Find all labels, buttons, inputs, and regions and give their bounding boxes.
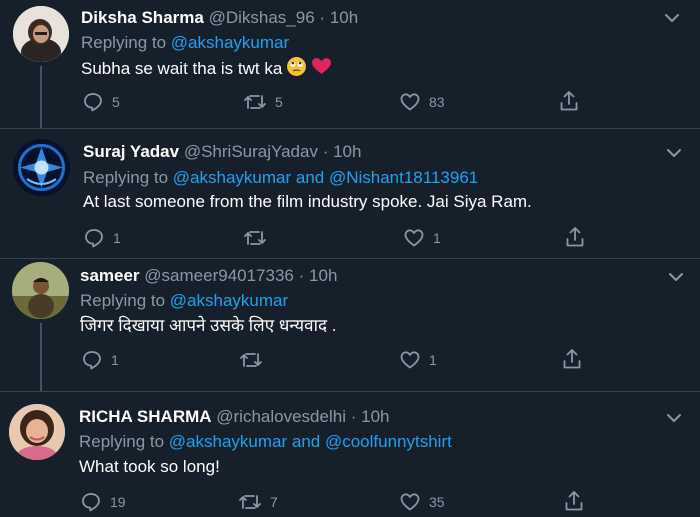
retweet-icon <box>244 95 266 109</box>
mention-link[interactable]: @akshaykumar <box>171 33 289 52</box>
display-name[interactable]: RICHA SHARMA <box>79 407 212 426</box>
like-count: 35 <box>429 494 445 510</box>
share-button[interactable] <box>564 225 586 249</box>
tweet-card[interactable]: Suraj Yadav @ShriSurajYadav · 10h Replyi… <box>0 129 700 258</box>
user-handle[interactable]: @richalovesdelhi <box>216 407 346 426</box>
separator-dot: · <box>319 8 326 27</box>
reply-count: 19 <box>110 494 126 510</box>
display-name[interactable]: Suraj Yadav <box>83 142 179 161</box>
chevron-down-icon[interactable] <box>666 267 686 287</box>
retweet-button[interactable] <box>239 348 271 372</box>
like-count: 83 <box>429 94 445 110</box>
timestamp[interactable]: 10h <box>309 266 337 285</box>
share-icon <box>565 491 583 511</box>
mention-link[interactable]: @akshaykumar <box>170 291 288 310</box>
tweet-card[interactable]: sameer @sameer94017336 · 10h Replying to… <box>0 259 700 391</box>
like-button[interactable]: 35 <box>399 490 445 514</box>
user-handle[interactable]: @sameer94017336 <box>144 266 294 285</box>
replying-to: Replying to @akshaykumar <box>81 33 289 53</box>
reply-count: 1 <box>111 352 119 368</box>
like-icon <box>400 351 420 369</box>
replying-to: Replying to @akshaykumar <box>80 291 288 311</box>
like-button[interactable]: 1 <box>403 226 441 250</box>
like-icon <box>404 229 424 247</box>
retweet-icon <box>244 231 266 245</box>
avatar[interactable] <box>12 262 69 319</box>
reply-icon <box>84 93 102 112</box>
reply-icon <box>83 351 101 370</box>
separator-dot: · <box>350 407 357 426</box>
share-button[interactable] <box>558 89 580 113</box>
tweet-text: Subha se wait tha is twt ka <box>81 56 332 80</box>
separator-dot: · <box>322 142 329 161</box>
reply-count: 1 <box>113 230 121 246</box>
rolling-eyes-emoji-icon <box>287 57 307 76</box>
tweet-header: sameer @sameer94017336 · 10h <box>80 266 337 286</box>
like-icon <box>400 93 420 111</box>
reply-thread: Diksha Sharma @Dikshas_96 · 10h Replying… <box>0 0 700 517</box>
retweet-button[interactable]: 5 <box>243 90 283 114</box>
share-button[interactable] <box>563 489 585 513</box>
like-count: 1 <box>433 230 441 246</box>
display-name[interactable]: Diksha Sharma <box>81 8 204 27</box>
tweet-header: RICHA SHARMA @richalovesdelhi · 10h <box>79 407 390 427</box>
reply-icon <box>85 229 103 248</box>
like-button[interactable]: 83 <box>399 90 445 114</box>
avatar[interactable] <box>13 139 70 196</box>
chevron-down-icon[interactable] <box>662 8 682 28</box>
separator-dot: · <box>298 266 305 285</box>
retweet-button[interactable]: 7 <box>238 490 278 514</box>
tweet-text-content: At last someone from the film industry s… <box>83 192 532 211</box>
tweet-text: जिगर दिखाया आपने उसके लिए धन्यवाद . <box>80 315 336 337</box>
tweet-header: Suraj Yadav @ShriSurajYadav · 10h <box>83 142 361 162</box>
chevron-down-icon[interactable] <box>664 408 684 428</box>
tweet-text-content: What took so long! <box>79 457 220 476</box>
tweet-card[interactable]: Diksha Sharma @Dikshas_96 · 10h Replying… <box>0 0 700 128</box>
share-icon <box>560 91 578 111</box>
share-button[interactable] <box>561 347 583 371</box>
retweet-count: 7 <box>270 494 278 510</box>
reply-button[interactable]: 19 <box>80 490 126 514</box>
replying-to: Replying to @akshaykumar and @Nishant181… <box>83 168 478 188</box>
tweet-text-content: Subha se wait tha is twt ka <box>81 59 283 78</box>
red-heart-emoji-icon <box>312 58 332 74</box>
thread-line <box>40 66 42 128</box>
like-count: 1 <box>429 352 437 368</box>
reply-button[interactable]: 1 <box>81 348 119 372</box>
tweet-header: Diksha Sharma @Dikshas_96 · 10h <box>81 8 358 28</box>
reply-button[interactable]: 1 <box>83 226 121 250</box>
user-handle[interactable]: @Dikshas_96 <box>209 8 315 27</box>
reply-button[interactable]: 5 <box>82 90 120 114</box>
share-icon <box>566 227 584 247</box>
share-icon <box>563 349 581 369</box>
replying-to-label: Replying to <box>83 168 169 187</box>
tweet-card[interactable]: RICHA SHARMA @richalovesdelhi · 10h Repl… <box>0 392 700 517</box>
replying-to-label: Replying to <box>81 33 167 52</box>
timestamp[interactable]: 10h <box>330 8 358 27</box>
retweet-button[interactable] <box>243 226 275 250</box>
timestamp[interactable]: 10h <box>333 142 361 161</box>
thread-line <box>40 323 42 391</box>
retweet-icon <box>239 495 261 509</box>
retweet-icon <box>240 353 262 367</box>
chevron-down-icon[interactable] <box>664 143 684 163</box>
like-button[interactable]: 1 <box>399 348 437 372</box>
mention-link[interactable]: @akshaykumar and @coolfunnytshirt <box>169 432 452 451</box>
tweet-text: What took so long! <box>79 456 220 478</box>
avatar[interactable] <box>13 6 69 62</box>
replying-to-label: Replying to <box>80 291 166 310</box>
replying-to-label: Replying to <box>79 432 165 451</box>
timestamp[interactable]: 10h <box>361 407 389 426</box>
reply-icon <box>82 493 100 512</box>
avatar[interactable] <box>9 404 65 460</box>
display-name[interactable]: sameer <box>80 266 140 285</box>
user-handle[interactable]: @ShriSurajYadav <box>184 142 318 161</box>
like-icon <box>400 493 420 511</box>
mention-link[interactable]: @akshaykumar and @Nishant18113961 <box>173 168 478 187</box>
replying-to: Replying to @akshaykumar and @coolfunnyt… <box>79 432 452 452</box>
tweet-text-content: जिगर दिखाया आपने उसके लिए धन्यवाद . <box>80 316 337 335</box>
retweet-count: 5 <box>275 94 283 110</box>
tweet-text: At last someone from the film industry s… <box>83 191 532 213</box>
reply-count: 5 <box>112 94 120 110</box>
